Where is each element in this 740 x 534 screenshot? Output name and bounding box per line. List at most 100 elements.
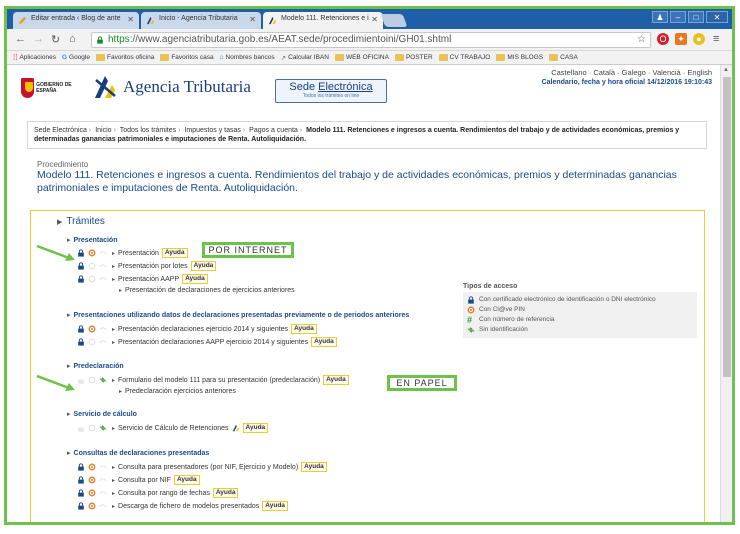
- certificate-lock-icon: [78, 476, 84, 484]
- breadcrumb-item[interactable]: Pagos a cuenta: [249, 127, 298, 134]
- reference-number-icon: [99, 251, 107, 255]
- bookmark-folder[interactable]: Favoritos oficina: [95, 54, 154, 61]
- new-tab-button[interactable]: [380, 14, 408, 27]
- section-presentaciones-datos[interactable]: ▸ Presentaciones utilizando datos de decl…: [67, 311, 409, 319]
- tramite-link[interactable]: Presentación declaraciones AAPP ejercici…: [118, 339, 308, 346]
- ayuda-button[interactable]: Ayuda: [242, 423, 269, 433]
- arrow-internet-icon: [36, 244, 75, 261]
- bookmark-folder[interactable]: Favoritos casa: [160, 54, 214, 61]
- chrome-extension-icon[interactable]: ●: [693, 33, 705, 45]
- tramite-link[interactable]: Consulta por rango de fechas: [118, 490, 210, 497]
- ayuda-button[interactable]: Ayuda: [262, 501, 288, 511]
- bookmark-calcular-iban[interactable]: ↗ Calcular IBAN: [281, 54, 329, 62]
- gobierno-espana-logo[interactable]: GOBIERNO DE ESPAÑA: [21, 75, 83, 101]
- ayuda-button[interactable]: Ayuda: [311, 337, 337, 347]
- bookmark-folder[interactable]: CV TRABAJO: [438, 54, 490, 61]
- section-consultas[interactable]: ▸ Consultas de declaraciones presentadas: [67, 449, 209, 457]
- minimize-button[interactable]: –: [670, 11, 686, 23]
- bookmark-nombres-bancos[interactable]: ⌂ Nombres bancos: [220, 54, 275, 61]
- tramite-link[interactable]: Consulta por NIF: [118, 477, 171, 484]
- tramite-row[interactable]: ▸ Presentación Ayuda: [77, 248, 188, 258]
- clave-pin-icon: [88, 489, 96, 497]
- tramite-link[interactable]: Descarga de fichero de modelos presentad…: [118, 503, 259, 510]
- opera-icon[interactable]: O: [657, 33, 669, 45]
- tramite-row[interactable]: ▸ Servicio de Cálculo de Retenciones Ayu…: [77, 423, 269, 433]
- ayuda-button[interactable]: Ayuda: [212, 488, 239, 498]
- tramite-link[interactable]: Consulta para presentadores (por NIF, Ej…: [118, 464, 298, 471]
- tramite-link[interactable]: Servicio de Cálculo de Retenciones: [118, 425, 229, 432]
- callout-por-internet: POR INTERNET: [202, 242, 294, 258]
- tramite-row[interactable]: ▸ Presentación por lotes Ayuda: [77, 261, 217, 271]
- tramite-link[interactable]: Presentación de declaraciones de ejercic…: [125, 287, 295, 294]
- breadcrumb-item[interactable]: Inicio: [95, 127, 111, 134]
- tab-label: Modelo 111. Retenciones e i: [281, 15, 369, 22]
- tramite-row[interactable]: ▸ Presentación declaraciones ejercicio 2…: [77, 324, 317, 334]
- ayuda-button[interactable]: Ayuda: [161, 248, 188, 258]
- tramite-link[interactable]: Predeclaración ejercicios anteriores: [125, 388, 236, 395]
- bookmark-aplicaciones[interactable]: ⁞⁞ Aplicaciones: [13, 53, 56, 62]
- ayuda-button[interactable]: Ayuda: [173, 475, 200, 485]
- close-icon[interactable]: ✕: [127, 15, 134, 24]
- tramite-row[interactable]: ▸ Presentación de declaraciones de ejerc…: [117, 287, 295, 294]
- close-icon[interactable]: ✕: [249, 15, 256, 24]
- user-icon[interactable]: ♟: [652, 11, 668, 23]
- tramite-row[interactable]: ▸ Consulta por rango de fechas Ayuda: [77, 488, 239, 498]
- vertical-scrollbar[interactable]: ▲: [720, 65, 732, 522]
- section-predeclaracion[interactable]: ▸ Predeclaración: [67, 362, 124, 370]
- breadcrumb-item[interactable]: Sede Electrónica: [34, 127, 87, 134]
- extension-icon[interactable]: ✦: [675, 33, 687, 45]
- google-icon: G: [61, 54, 68, 61]
- ayuda-button[interactable]: Ayuda: [182, 274, 208, 284]
- forward-arrow-icon[interactable]: →: [33, 33, 44, 45]
- breadcrumb-item[interactable]: Impuestos y tasas: [184, 127, 240, 134]
- screenshot-frame: Editar entrada ‹ Blog de ante ✕ Inicio -…: [4, 6, 735, 525]
- tab-inicio[interactable]: Inicio - Agencia Tributaria ✕: [141, 12, 261, 29]
- tramite-link[interactable]: Formulario del modelo 111 para su presen…: [118, 377, 320, 384]
- bookmark-folder[interactable]: WEB OFICINA: [334, 54, 389, 61]
- agencia-tributaria-logo[interactable]: Agencia Tributaria: [93, 74, 251, 100]
- tab-blog[interactable]: Editar entrada ‹ Blog de ante ✕: [13, 12, 139, 29]
- bookmark-folder[interactable]: MIS BLOGS: [496, 54, 543, 61]
- tramite-row[interactable]: ▸ Consulta para presentadores (por NIF, …: [77, 462, 327, 472]
- tramite-row[interactable]: ▸ Descarga de fichero de modelos present…: [77, 501, 288, 511]
- maximize-button[interactable]: □: [688, 11, 704, 23]
- ayuda-button[interactable]: Ayuda: [301, 462, 327, 472]
- reference-number-icon: [99, 504, 107, 508]
- breadcrumb-item[interactable]: Todos los trámites: [120, 127, 176, 134]
- tramite-row[interactable]: ▸ Presentación AAPP Ayuda: [77, 274, 208, 284]
- back-arrow-icon[interactable]: ←: [15, 33, 26, 45]
- scrollbar-thumb[interactable]: [723, 77, 731, 377]
- reload-icon[interactable]: ↻: [51, 33, 60, 46]
- access-types-heading: Tipos de acceso: [463, 283, 518, 290]
- star-icon[interactable]: ☆: [637, 34, 646, 45]
- tramite-row[interactable]: ▸ Formulario del modelo 111 para su pres…: [77, 375, 349, 385]
- menu-icon[interactable]: ≡: [713, 33, 719, 45]
- agencia-logo-icon: [232, 424, 239, 432]
- official-datetime[interactable]: Calendario, fecha y hora oficial 14/12/2…: [542, 79, 712, 86]
- tramite-row[interactable]: ▸ Predeclaración ejercicios anteriores: [117, 388, 236, 395]
- tramites-heading[interactable]: ▶ Trámites: [57, 216, 105, 227]
- bookmark-folder[interactable]: CASA: [549, 54, 578, 61]
- tramite-link[interactable]: Presentación por lotes: [118, 263, 188, 270]
- tramite-link[interactable]: Presentación: [118, 250, 159, 257]
- language-links[interactable]: Castellano · Català · Galego · Valencià …: [551, 68, 712, 77]
- scroll-up-icon[interactable]: ▲: [723, 67, 729, 73]
- tab-modelo-111[interactable]: Modelo 111. Retenciones e i ✕: [263, 12, 383, 29]
- address-bar[interactable]: https://www.agenciatributaria.gob.es/AEA…: [91, 32, 651, 48]
- section-servicio-calculo[interactable]: ▸ Servicio de cálculo: [67, 410, 137, 418]
- close-icon[interactable]: ✕: [371, 15, 378, 24]
- ayuda-button[interactable]: Ayuda: [190, 261, 217, 271]
- access-type-item: Con certificado electrónico de identific…: [467, 295, 693, 305]
- tramite-row[interactable]: ▸ Presentación declaraciones AAPP ejerci…: [77, 337, 337, 347]
- sede-electronica-logo[interactable]: Sede Electrónica Todos los trámites on l…: [275, 79, 387, 103]
- clave-pin-icon: [88, 376, 96, 384]
- bookmark-folder[interactable]: POSTER: [394, 54, 433, 61]
- tramite-row[interactable]: ▸ Consulta por NIF Ayuda: [77, 475, 200, 485]
- close-window-button[interactable]: ✕: [706, 11, 728, 23]
- bookmark-google[interactable]: G Google: [62, 54, 90, 61]
- tramite-link[interactable]: Presentación AAPP: [118, 276, 179, 283]
- ayuda-button[interactable]: Ayuda: [323, 375, 349, 385]
- ayuda-button[interactable]: Ayuda: [291, 324, 317, 334]
- home-icon[interactable]: ⌂: [69, 33, 76, 45]
- tramite-link[interactable]: Presentación declaraciones ejercicio 201…: [118, 326, 288, 333]
